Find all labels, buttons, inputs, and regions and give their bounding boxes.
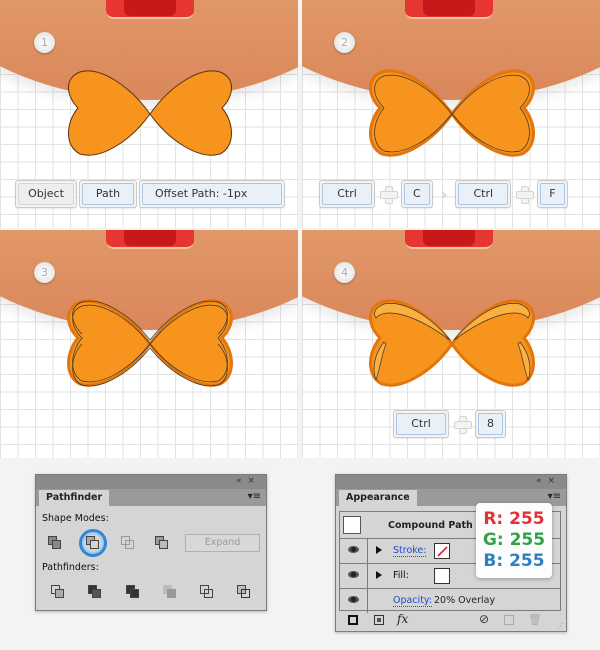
bow-tie [369, 299, 535, 387]
divide-icon[interactable] [51, 585, 65, 599]
pathfinder-panel: «× Pathfinder ▾≡ Shape Modes: Expand Pat… [35, 474, 267, 611]
trim-icon[interactable] [88, 585, 102, 599]
panel-menu-icon[interactable]: ▾≡ [548, 491, 561, 502]
add-fill-icon[interactable] [374, 615, 384, 625]
bow-tie [369, 69, 535, 157]
step-badge: 4 [334, 262, 355, 283]
visibility-eye-icon[interactable] [348, 546, 359, 553]
mouth [106, 230, 194, 249]
shape-modes-label: Shape Modes: [42, 513, 109, 524]
clear-appearance-icon[interactable]: ⊘ [479, 612, 489, 626]
resize-grip-icon[interactable]: ⋰ [557, 622, 564, 630]
stroke-link[interactable]: Stroke: [393, 545, 427, 557]
appearance-tab[interactable]: Appearance [339, 490, 417, 506]
unite-icon[interactable] [48, 536, 62, 550]
shortcut-row: Ctrl C › Ctrl F [319, 180, 568, 208]
object-type-label: Compound Path [388, 520, 473, 531]
fill-white-swatch[interactable] [434, 568, 450, 584]
expand-triangle-icon[interactable] [376, 571, 382, 579]
step-badge: 3 [34, 262, 55, 283]
add-stroke-icon[interactable] [348, 615, 358, 625]
plus-icon [453, 415, 472, 434]
panel-titlebar: «× [336, 475, 566, 489]
step-badge: 1 [34, 32, 55, 53]
intersect-icon[interactable] [121, 536, 135, 550]
rgb-color-card: R: 255 G: 255 B: 255 [476, 503, 552, 578]
exclude-icon[interactable] [155, 536, 169, 550]
merge-icon[interactable] [126, 585, 140, 599]
c-key: C [401, 180, 433, 208]
step-4-panel: 4 Ctrl 8 [302, 230, 600, 458]
shortcut-row: Ctrl 8 [393, 410, 506, 438]
panel-titlebar: «× [36, 475, 266, 489]
collapse-close-icons[interactable]: «× [536, 476, 561, 486]
outline-icon[interactable] [200, 585, 214, 599]
duplicate-item-icon[interactable] [504, 615, 514, 625]
visibility-eye-icon[interactable] [348, 571, 359, 578]
plus-icon [515, 185, 535, 204]
visibility-eye-icon[interactable] [348, 596, 359, 603]
bow-tie [67, 299, 233, 387]
pathfinder-tab[interactable]: Pathfinder [39, 490, 110, 506]
step-badge: 2 [334, 32, 355, 53]
crop-icon[interactable] [163, 585, 177, 599]
collapse-close-icons[interactable]: «× [236, 476, 261, 486]
ctrl-key: Ctrl [393, 410, 449, 438]
mouth [106, 0, 194, 19]
ctrl-key: Ctrl [455, 180, 512, 208]
panel-menu-icon[interactable]: ▾≡ [248, 491, 261, 502]
object-menu-key: Object [15, 180, 77, 208]
minus-front-icon[interactable] [86, 536, 100, 550]
blue-value: B: 255 [483, 551, 545, 571]
object-thumbnail [343, 516, 361, 534]
f-key: F [537, 180, 568, 208]
step-2-panel: 2 Ctrl C › Ctrl F [302, 0, 600, 228]
minus-back-icon[interactable] [237, 585, 251, 599]
bow-tie [68, 70, 232, 156]
stroke-none-swatch[interactable] [434, 543, 450, 559]
panel-footer: fx ⊘ 🗑 ⋰ [336, 611, 566, 631]
path-menu-key: Path [79, 180, 137, 208]
mouth [405, 230, 493, 249]
pathfinders-label: Pathfinders: [42, 562, 99, 573]
opacity-row[interactable]: Opacity: 20% Overlay [339, 588, 561, 613]
offset-path-key: Offset Path: -1px [139, 180, 285, 208]
eight-key: 8 [475, 410, 506, 438]
mouth [405, 0, 493, 19]
green-value: G: 255 [482, 530, 546, 550]
expand-triangle-icon[interactable] [376, 546, 382, 554]
delete-trash-icon[interactable]: 🗑 [528, 613, 542, 626]
shortcut-row: Object Path Offset Path: -1px [15, 180, 285, 208]
opacity-value: 20% Overlay [434, 595, 496, 606]
step-1-panel: 1 Object Path Offset Path: -1px [0, 0, 298, 228]
ctrl-key: Ctrl [319, 180, 375, 208]
step-3-panel: 3 [0, 230, 298, 458]
plus-icon [379, 185, 398, 204]
expand-button[interactable]: Expand [185, 534, 260, 552]
red-value: R: 255 [483, 509, 545, 529]
fx-icon[interactable]: fx [397, 612, 408, 626]
fill-label[interactable]: Fill: [393, 570, 409, 581]
opacity-link[interactable]: Opacity: [393, 595, 433, 607]
chevron-right-icon: › [440, 184, 448, 204]
